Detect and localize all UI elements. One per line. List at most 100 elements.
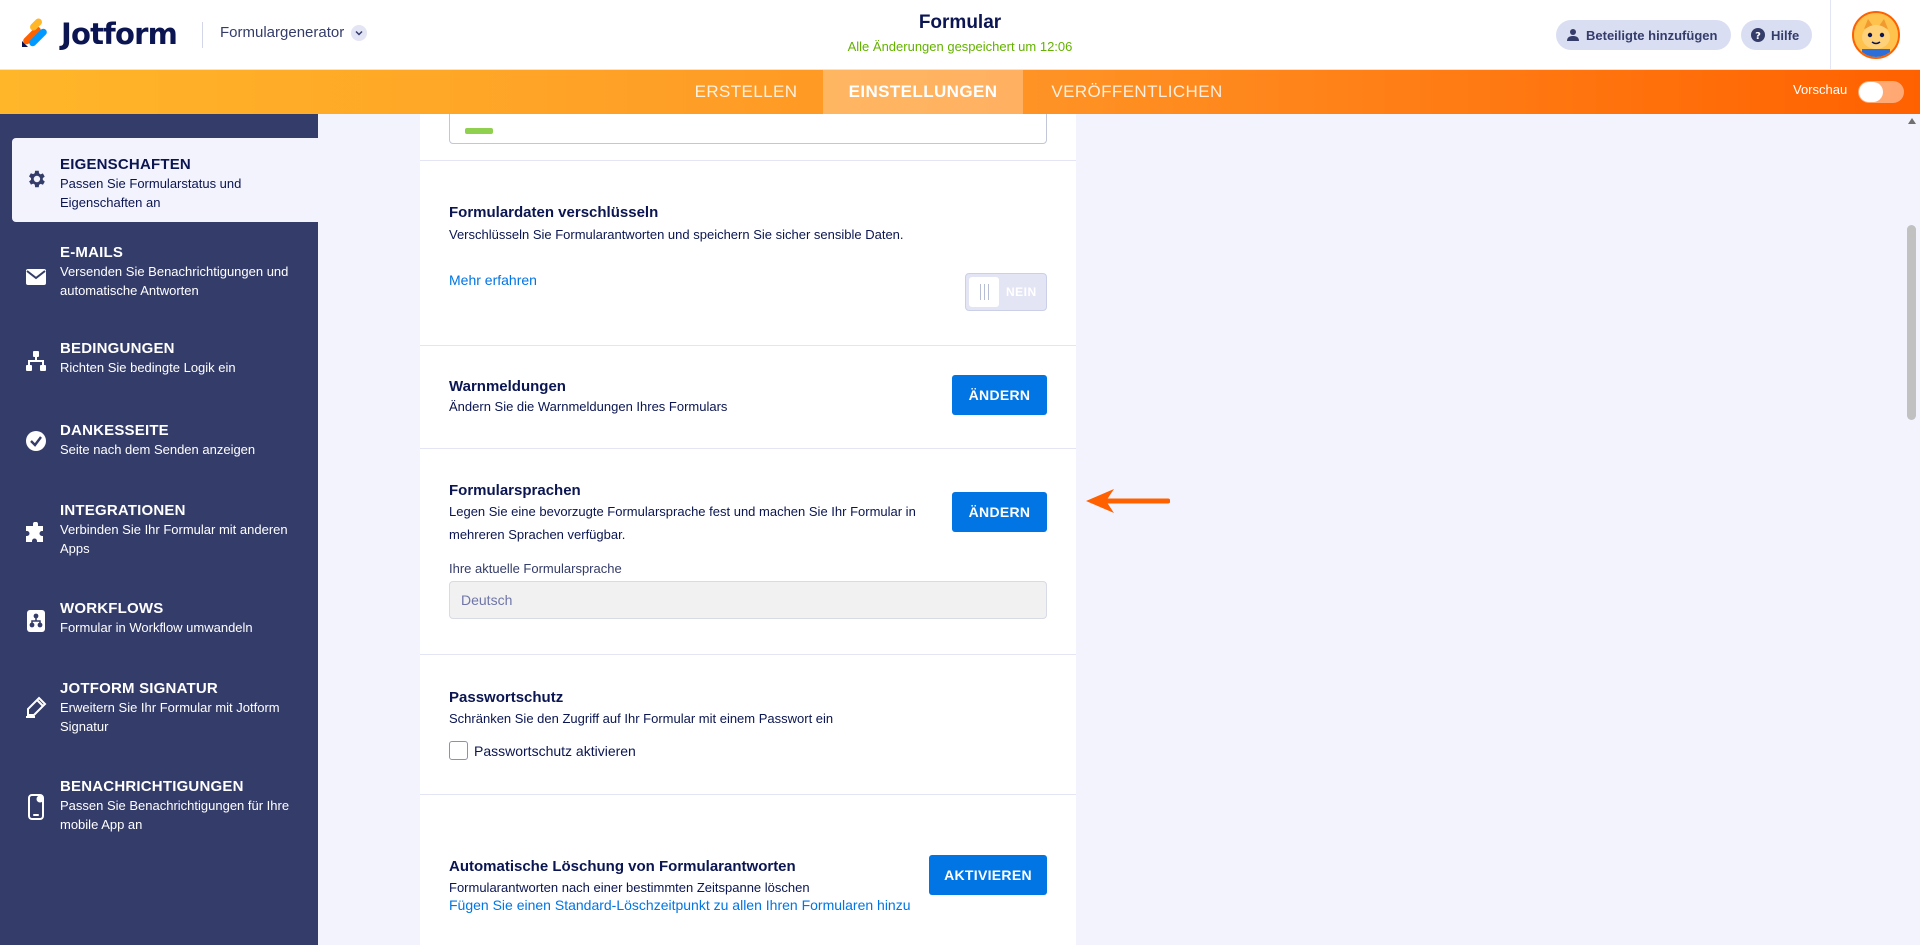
change-warnings-button[interactable]: ÄNDERN	[952, 375, 1047, 415]
settings-section-top	[420, 114, 1076, 161]
warnings-title: Warnmeldungen	[449, 378, 566, 395]
pen-icon	[23, 694, 49, 720]
builder-switch-dropdown[interactable]: Formulargenerator	[220, 24, 368, 41]
sidebar-item-title: EIGENSCHAFTEN	[60, 156, 191, 173]
envelope-icon	[23, 264, 49, 290]
svg-text:?: ?	[1755, 31, 1761, 42]
password-description: Schränken Sie den Zugriff auf Ihr Formul…	[449, 711, 834, 726]
top-header: Jotform Formulargenerator Formular Alle …	[0, 0, 1920, 70]
sidebar-item-properties[interactable]: EIGENSCHAFTEN Passen Sie Formularstatus …	[12, 138, 318, 222]
jotform-logo[interactable]: Jotform	[18, 14, 178, 54]
sidebar-item-text: JOTFORM SIGNATUR Erweitern Sie Ihr Formu…	[60, 680, 312, 736]
languages-description: Legen Sie eine bevorzugte Formularsprach…	[449, 504, 916, 542]
settings-section-auto-delete: Automatische Löschung von Formularantwor…	[420, 795, 1076, 945]
sidebar-item-title: BEDINGUNGEN	[60, 340, 175, 357]
add-collaborators-button[interactable]: Beteiligte hinzufügen	[1556, 20, 1731, 50]
default-deletion-link[interactable]: Fügen Sie einen Standard-Löschzeitpunkt …	[449, 897, 911, 913]
sidebar-item-text: BENACHRICHTIGUNGEN Passen Sie Benachrich…	[60, 778, 312, 834]
hierarchy-icon	[23, 348, 49, 374]
input-color-swatch	[465, 128, 493, 134]
current-language-field: Deutsch	[449, 581, 1047, 619]
sidebar-item-integrations[interactable]: INTEGRATIONEN Verbinden Sie Ihr Formular…	[0, 492, 318, 572]
scrollbar-thumb[interactable]	[1907, 225, 1916, 420]
sidebar-item-workflows[interactable]: WORKFLOWS Formular in Workflow umwandeln	[0, 590, 318, 650]
sidebar-item-desc: Richten Sie bedingte Logik ein	[60, 360, 236, 375]
encryption-learn-more-link[interactable]: Mehr erfahren	[449, 272, 537, 288]
sidebar-item-thankyou-page[interactable]: DANKESSEITE Seite nach dem Senden anzeig…	[0, 412, 318, 472]
sidebar-item-desc: Verbinden Sie Ihr Formular mit anderen A…	[60, 522, 288, 556]
mobile-icon	[23, 794, 49, 820]
toggle-grip	[969, 277, 999, 307]
sidebar-item-title: JOTFORM SIGNATUR	[60, 680, 218, 697]
builder-switch-label: Formulargenerator	[220, 24, 345, 41]
settings-section-warnings: Warnmeldungen Ändern Sie die Warnmeldung…	[420, 346, 1076, 449]
current-language-label: Ihre aktuelle Formularsprache	[449, 561, 622, 576]
settings-section-languages: Formularsprachen Legen Sie eine bevorzug…	[420, 449, 1076, 655]
jotform-logo-icon	[22, 18, 47, 47]
sidebar-item-title: INTEGRATIONEN	[60, 502, 186, 519]
settings-section-password: Passwortschutz Schränken Sie den Zugriff…	[420, 655, 1076, 795]
auto-delete-description: Formularantworten nach einer bestimmten …	[449, 880, 810, 895]
sidebar-item-desc: Versenden Sie Benachrichtigungen und aut…	[60, 264, 289, 298]
settings-section-encryption: Formulardaten verschlüsseln Verschlüssel…	[420, 161, 1076, 346]
auto-delete-title: Automatische Löschung von Formularantwor…	[449, 858, 796, 875]
activate-auto-delete-button[interactable]: AKTIVIEREN	[929, 855, 1047, 895]
header-divider	[1830, 0, 1831, 70]
tab-settings[interactable]: EINSTELLUNGEN	[823, 70, 1023, 114]
gear-icon	[23, 166, 49, 192]
sidebar-item-title: DANKESSEITE	[60, 422, 169, 439]
sidebar-item-text: BEDINGUNGEN Richten Sie bedingte Logik e…	[60, 340, 312, 377]
sidebar-item-text: WORKFLOWS Formular in Workflow umwandeln	[60, 600, 312, 637]
sidebar-item-notifications[interactable]: BENACHRICHTIGUNGEN Passen Sie Benachrich…	[0, 768, 318, 848]
settings-sidebar: EIGENSCHAFTEN Passen Sie Formularstatus …	[0, 114, 318, 945]
change-languages-button[interactable]: ÄNDERN	[952, 492, 1047, 532]
languages-title: Formularsprachen	[449, 482, 581, 499]
sidebar-item-title: WORKFLOWS	[60, 600, 164, 617]
sidebar-item-desc: Formular in Workflow umwandeln	[60, 620, 253, 635]
partial-input-field[interactable]	[449, 114, 1047, 144]
sidebar-item-text: E-MAILS Versenden Sie Benachrichtigungen…	[60, 244, 312, 300]
sidebar-item-jotform-sign[interactable]: JOTFORM SIGNATUR Erweitern Sie Ihr Formu…	[0, 670, 318, 750]
logo-divider	[202, 22, 203, 48]
logo-text: Jotform	[61, 17, 178, 51]
sidebar-item-text: INTEGRATIONEN Verbinden Sie Ihr Formular…	[60, 502, 312, 558]
page-scrollbar[interactable]	[1904, 114, 1920, 945]
sidebar-item-conditions[interactable]: BEDINGUNGEN Richten Sie bedingte Logik e…	[0, 330, 318, 390]
sidebar-item-title: BENACHRICHTIGUNGEN	[60, 778, 244, 795]
preview-toggle[interactable]	[1858, 81, 1904, 103]
check-circle-icon	[23, 428, 49, 454]
form-title[interactable]: Formular	[760, 12, 1160, 34]
save-status: Alle Änderungen gespeichert um 12:06	[847, 39, 1073, 54]
help-label: Hilfe	[1771, 27, 1800, 43]
settings-card: Formulardaten verschlüsseln Verschlüssel…	[420, 114, 1076, 945]
sidebar-item-text: EIGENSCHAFTEN Passen Sie Formularstatus …	[60, 156, 312, 212]
sidebar-item-desc: Seite nach dem Senden anzeigen	[60, 442, 256, 457]
avatar-image	[1854, 13, 1898, 57]
sidebar-item-desc: Passen Sie Benachrichtigungen für Ihre m…	[60, 798, 290, 832]
question-icon: ?	[1751, 28, 1765, 42]
password-protect-label: Passwortschutz aktivieren	[474, 742, 636, 759]
tab-build[interactable]: ERSTELLEN	[672, 70, 820, 114]
encryption-description: Verschlüsseln Sie Formularantworten und …	[449, 227, 904, 242]
user-icon	[1567, 29, 1579, 41]
sidebar-item-text: DANKESSEITE Seite nach dem Senden anzeig…	[60, 422, 312, 459]
warnings-description: Ändern Sie die Warnmeldungen Ihres Formu…	[449, 399, 728, 414]
password-title: Passwortschutz	[449, 689, 564, 706]
password-protect-checkbox-row[interactable]: Passwortschutz aktivieren	[449, 741, 636, 760]
preview-toggle-knob	[1859, 82, 1883, 102]
puzzle-icon	[23, 520, 49, 546]
preview-label: Vorschau	[1793, 82, 1848, 97]
user-avatar[interactable]	[1852, 11, 1900, 59]
password-protect-checkbox[interactable]	[449, 741, 468, 760]
tab-publish[interactable]: VERÖFFENTLICHEN	[1027, 70, 1247, 114]
sidebar-item-desc: Passen Sie Formularstatus und Eigenschaf…	[60, 176, 242, 210]
workflow-icon	[23, 608, 49, 634]
encryption-toggle[interactable]: NEIN	[965, 273, 1047, 311]
scroll-up-arrow-icon[interactable]	[1908, 118, 1916, 124]
toggle-state-label: NEIN	[1006, 285, 1037, 299]
chevron-down-icon	[351, 24, 368, 41]
builder-nav: ERSTELLEN EINSTELLUNGEN VERÖFFENTLICHEN …	[0, 70, 1920, 114]
help-button[interactable]: ? Hilfe	[1741, 20, 1812, 50]
encryption-title: Formulardaten verschlüsseln	[449, 204, 659, 221]
sidebar-item-emails[interactable]: E-MAILS Versenden Sie Benachrichtigungen…	[0, 234, 318, 314]
